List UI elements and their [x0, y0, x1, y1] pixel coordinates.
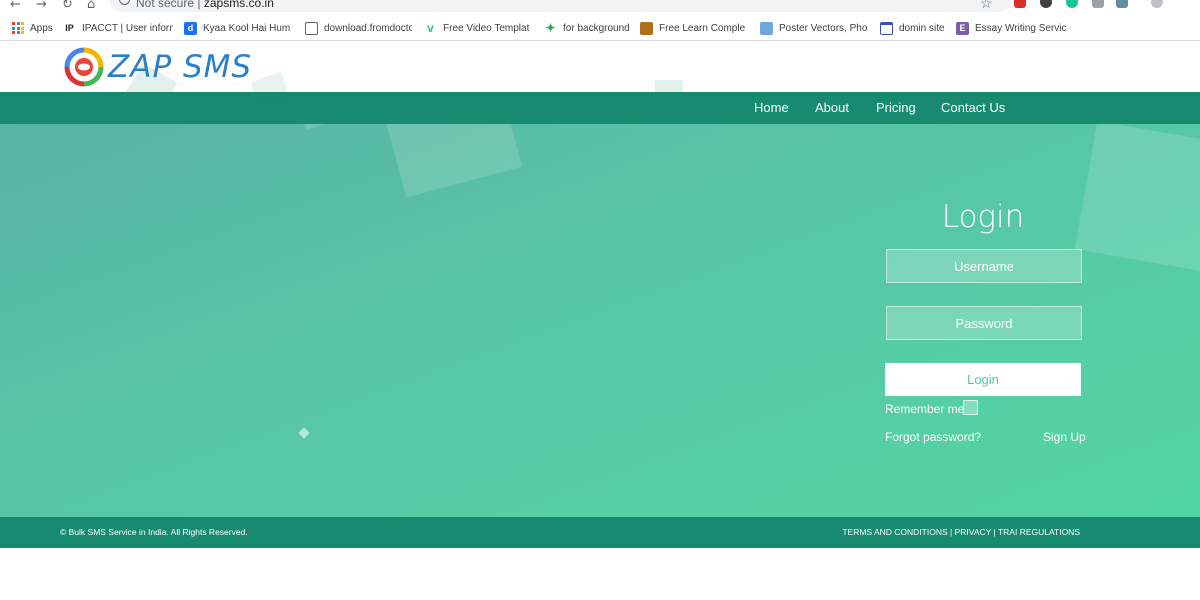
window-favicon-icon — [880, 21, 893, 35]
decor-square — [295, 124, 337, 131]
url-display[interactable]: Not secure | zapsms.co.in — [136, 0, 274, 10]
nav-contact-us[interactable]: Contact Us — [941, 100, 1005, 115]
extension-icon[interactable] — [1014, 0, 1026, 8]
bookmark-apps[interactable]: Apps — [12, 20, 53, 36]
bookmark-item[interactable]: E Essay Writing Service — [956, 20, 1066, 36]
extension-icon[interactable] — [1092, 0, 1104, 8]
bookmark-label: for background — [563, 22, 630, 34]
extension-icon[interactable] — [1116, 0, 1128, 8]
security-label: Not secure — [136, 0, 195, 10]
bookmark-label: domin site — [899, 22, 945, 34]
ip-icon: IP — [65, 23, 74, 33]
bookmark-label: Free Learn Complete — [659, 22, 745, 34]
footer-separator: | — [993, 527, 996, 537]
leaf-favicon-icon: ✦ — [545, 21, 556, 35]
remember-me-checkbox[interactable] — [963, 400, 978, 415]
bookmark-item[interactable]: domin site — [880, 20, 945, 36]
url-text: zapsms.co.in — [203, 0, 274, 10]
username-input[interactable] — [886, 249, 1082, 283]
terms-link[interactable]: TERMS AND CONDITIONS — [842, 527, 947, 537]
bookmark-label: Free Video Templates — [443, 22, 530, 34]
decor-diamond — [298, 427, 310, 439]
nav-home[interactable]: Home — [754, 100, 789, 115]
star-icon[interactable]: ☆ — [980, 0, 993, 12]
book-favicon-icon — [640, 21, 653, 35]
apps-grid-icon — [12, 22, 24, 34]
footer-links: TERMS AND CONDITIONS | PRIVACY | TRAI RE… — [842, 527, 1080, 537]
copyright-text: © Bulk SMS Service in India. All Rights … — [60, 527, 248, 537]
decor-square — [655, 80, 683, 104]
bookmark-label: Poster Vectors, Photo — [779, 22, 868, 34]
browser-toolbar: ← → ↻ ⌂ Not secure | zapsms.co.in ☆ — [0, 0, 1200, 14]
bookmark-label: Kyaa Kool Hai Hum 3 — [203, 22, 290, 34]
grammarly-icon[interactable] — [1066, 0, 1078, 8]
logo-text[interactable]: ZAP SMS — [108, 49, 252, 85]
bookmark-item[interactable]: Free Learn Complete — [640, 20, 745, 36]
bookmarks-bar: Apps IP IPACCT | User informa d Kyaa Koo… — [0, 14, 1200, 41]
bookmark-item[interactable]: Poster Vectors, Photo — [760, 20, 868, 36]
logo-icon[interactable] — [64, 47, 104, 87]
home-icon[interactable]: ⌂ — [87, 0, 95, 12]
sign-up-link[interactable]: Sign Up — [1043, 430, 1086, 444]
bookmark-label: download.fromdoctop — [324, 22, 412, 34]
back-arrow-icon[interactable]: ← — [10, 0, 21, 12]
trai-link[interactable]: TRAI REGULATIONS — [998, 527, 1080, 537]
login-button[interactable]: Login — [885, 363, 1081, 396]
bookmark-item[interactable]: v Free Video Templates — [424, 20, 530, 36]
extension-icon[interactable] — [1040, 0, 1052, 8]
bookmark-label: Apps — [30, 22, 53, 34]
profile-avatar[interactable] — [1151, 0, 1163, 8]
d-favicon-icon: d — [184, 21, 197, 35]
image-favicon-icon — [760, 21, 773, 35]
v-favicon-icon: v — [427, 21, 434, 35]
site-footer: © Bulk SMS Service in India. All Rights … — [0, 517, 1200, 548]
page-icon — [305, 21, 318, 35]
nav-pricing[interactable]: Pricing — [876, 100, 916, 115]
decor-square — [377, 124, 523, 198]
main-nav: Home About Pricing Contact Us — [0, 92, 1200, 124]
decor-square — [1074, 124, 1200, 274]
bookmark-item[interactable]: ✦ for background — [544, 20, 630, 36]
remember-me-label: Remember me — [885, 402, 965, 416]
bookmark-item[interactable]: IP IPACCT | User informa — [63, 20, 173, 36]
footer-separator: | — [950, 527, 953, 537]
bookmark-label: IPACCT | User informa — [82, 22, 173, 34]
password-input[interactable] — [886, 306, 1082, 340]
url-separator: | — [197, 0, 201, 10]
forward-arrow-icon[interactable]: → — [36, 0, 47, 12]
e-favicon-icon: E — [956, 21, 969, 35]
bookmark-item[interactable]: download.fromdoctop — [305, 20, 412, 36]
privacy-link[interactable]: PRIVACY — [955, 527, 992, 537]
reload-icon[interactable]: ↻ — [62, 0, 73, 12]
site-header: ZAP SMS — [0, 41, 1200, 92]
nav-about[interactable]: About — [815, 100, 849, 115]
forgot-password-link[interactable]: Forgot password? — [885, 430, 981, 444]
bookmark-label: Essay Writing Service — [975, 22, 1066, 34]
hero-section: Login Login Remember me Forgot password?… — [0, 124, 1200, 517]
login-title: Login — [941, 199, 1025, 235]
bookmark-item[interactable]: d Kyaa Kool Hai Hum 3 — [184, 20, 290, 36]
